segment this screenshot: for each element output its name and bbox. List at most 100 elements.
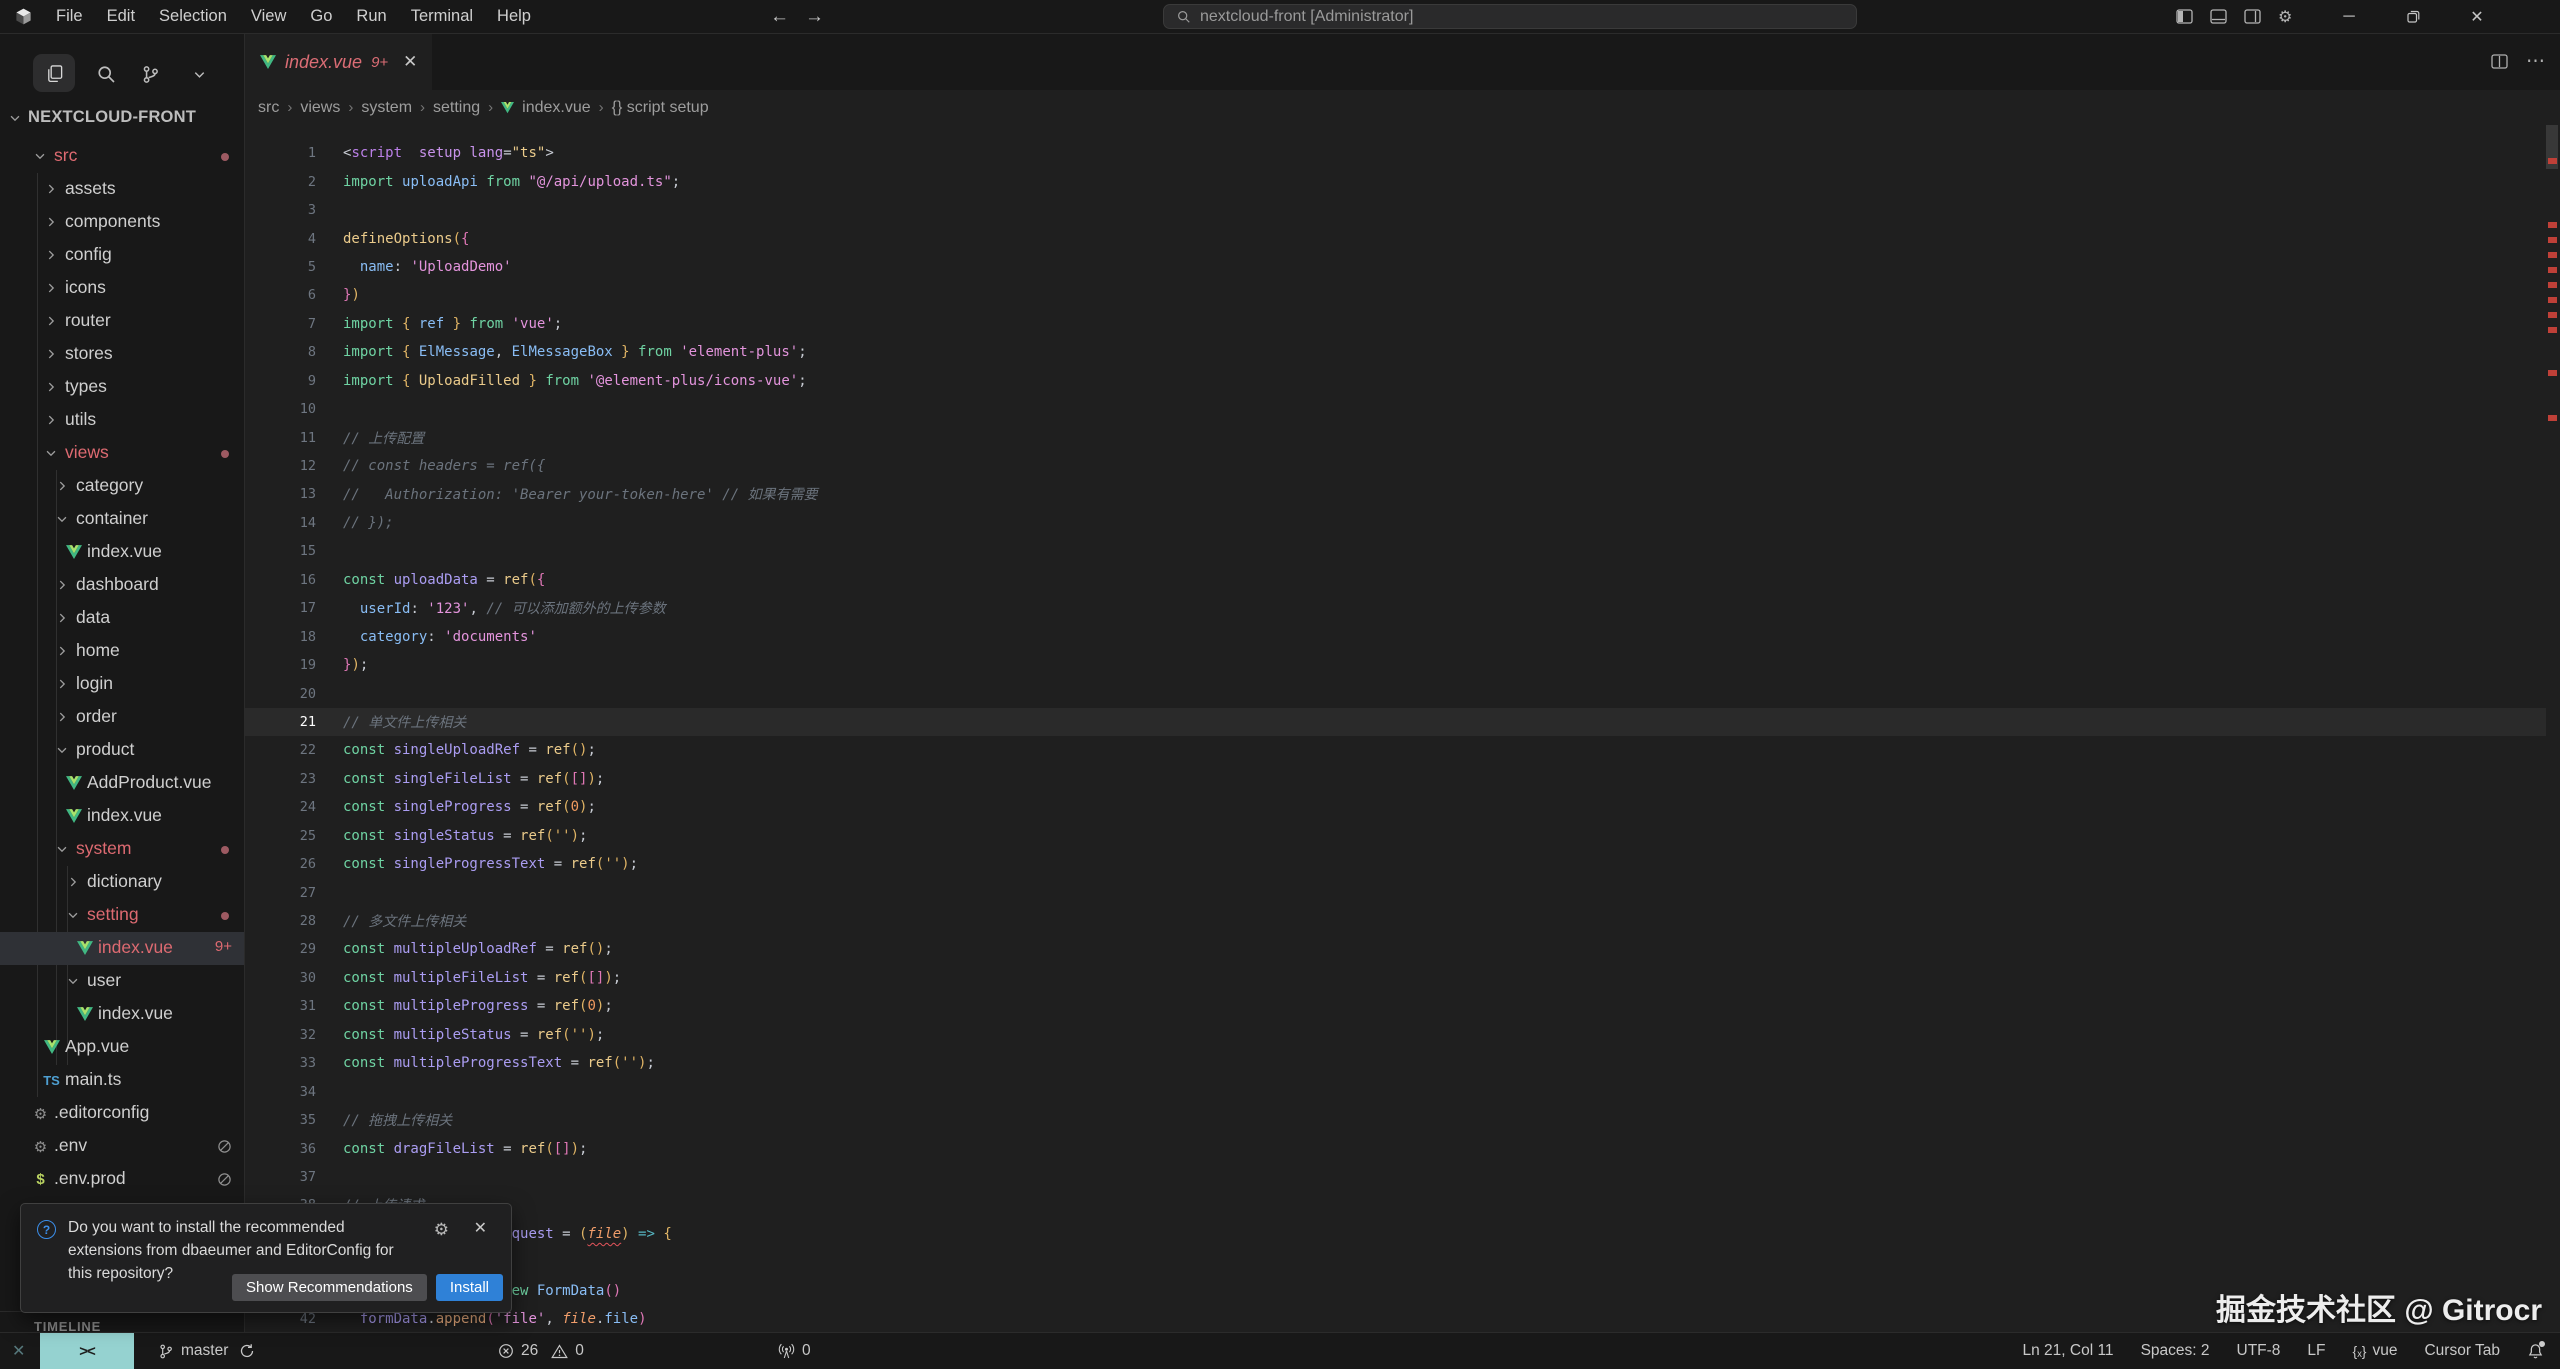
code-line-9[interactable]: 9import { UploadFilled } from '@element-… bbox=[245, 367, 2546, 395]
code-line-20[interactable]: 20 bbox=[245, 679, 2546, 707]
code-line-33[interactable]: 33const multipleProgressText = ref(''); bbox=[245, 1049, 2546, 1077]
code-line-2[interactable]: 2import uploadApi from "@/api/upload.ts"… bbox=[245, 167, 2546, 195]
code-line-14[interactable]: 14// }); bbox=[245, 509, 2546, 537]
problems-status-item[interactable]: 26 0 bbox=[498, 1333, 584, 1369]
tree-item-setting[interactable]: setting bbox=[0, 899, 244, 932]
tree-item-product[interactable]: product bbox=[0, 734, 244, 767]
tree-item-index-vue[interactable]: index.vue bbox=[0, 998, 244, 1031]
notification-close-icon[interactable]: ✕ bbox=[474, 1218, 487, 1238]
indentation-item[interactable]: Spaces: 2 bbox=[2141, 1342, 2210, 1360]
toggle-sidebar-icon[interactable] bbox=[2176, 9, 2193, 24]
more-views-chevron-icon[interactable] bbox=[188, 63, 210, 85]
more-actions-icon[interactable]: ⋯ bbox=[2526, 50, 2546, 73]
breadcrumb-item-setting[interactable]: setting bbox=[433, 99, 480, 117]
code-line-28[interactable]: 28// 多文件上传相关 bbox=[245, 907, 2546, 935]
explorer-view-button[interactable] bbox=[33, 54, 75, 92]
nav-forward-icon[interactable]: → bbox=[805, 6, 824, 28]
notification-settings-icon[interactable]: ⚙ bbox=[434, 1220, 449, 1240]
tree-item-main-ts[interactable]: TSmain.ts bbox=[0, 1064, 244, 1097]
code-line-4[interactable]: 4defineOptions({ bbox=[245, 224, 2546, 252]
menu-view[interactable]: View bbox=[239, 0, 298, 33]
code-line-7[interactable]: 7import { ref } from 'vue'; bbox=[245, 310, 2546, 338]
menu-help[interactable]: Help bbox=[485, 0, 543, 33]
code-line-1[interactable]: 1<script setup lang="ts"> bbox=[245, 139, 2546, 167]
code-line-5[interactable]: 5 name: 'UploadDemo' bbox=[245, 253, 2546, 281]
tree-item-index-vue[interactable]: index.vue bbox=[0, 536, 244, 569]
tree-item-data[interactable]: data bbox=[0, 602, 244, 635]
nav-back-icon[interactable]: ← bbox=[770, 6, 789, 28]
install-button[interactable]: Install bbox=[436, 1274, 503, 1301]
code-line-15[interactable]: 15 bbox=[245, 537, 2546, 565]
tree-item-App-vue[interactable]: App.vue bbox=[0, 1031, 244, 1064]
code-line-41[interactable]: 41 const formData = new FormData() bbox=[245, 1277, 2546, 1305]
code-line-16[interactable]: 16const uploadData = ref({ bbox=[245, 566, 2546, 594]
tree-item-dictionary[interactable]: dictionary bbox=[0, 866, 244, 899]
tree-item-home[interactable]: home bbox=[0, 635, 244, 668]
code-line-11[interactable]: 11// 上传配置 bbox=[245, 423, 2546, 451]
tree-item-types[interactable]: types bbox=[0, 371, 244, 404]
code-line-12[interactable]: 12// const headers = ref({ bbox=[245, 452, 2546, 480]
tree-item-icons[interactable]: icons bbox=[0, 272, 244, 305]
search-view-icon[interactable] bbox=[95, 63, 117, 85]
code-editor[interactable]: 1<script setup lang="ts">2import uploadA… bbox=[245, 139, 2546, 1333]
menu-run[interactable]: Run bbox=[344, 0, 398, 33]
tree-item-category[interactable]: category bbox=[0, 470, 244, 503]
code-line-42[interactable]: 42 formData.append('file', file.file) bbox=[245, 1305, 2546, 1333]
tree-item-order[interactable]: order bbox=[0, 701, 244, 734]
menu-edit[interactable]: Edit bbox=[95, 0, 147, 33]
notifications-bell-icon[interactable] bbox=[2527, 1343, 2544, 1360]
breadcrumb-item-system[interactable]: system bbox=[361, 99, 412, 117]
tree-item--env-prod[interactable]: $.env.prod bbox=[0, 1163, 244, 1196]
code-line-23[interactable]: 23const singleFileList = ref([]); bbox=[245, 765, 2546, 793]
ports-status-item[interactable]: 0 bbox=[778, 1333, 811, 1369]
timeline-section-header[interactable]: TIMELINE bbox=[0, 1311, 244, 1334]
code-line-26[interactable]: 26const singleProgressText = ref(''); bbox=[245, 850, 2546, 878]
tree-item-components[interactable]: components bbox=[0, 206, 244, 239]
eol-item[interactable]: LF bbox=[2307, 1342, 2325, 1360]
language-mode-item[interactable]: {ₓ} vue bbox=[2353, 1342, 2398, 1360]
tab-close-icon[interactable]: ✕ bbox=[403, 52, 417, 72]
menu-file[interactable]: File bbox=[44, 0, 95, 33]
tree-item-src[interactable]: src bbox=[0, 140, 244, 173]
code-line-40[interactable]: 40 console.log(file) bbox=[245, 1248, 2546, 1276]
menu-terminal[interactable]: Terminal bbox=[399, 0, 485, 33]
tree-item-user[interactable]: user bbox=[0, 965, 244, 998]
code-line-32[interactable]: 32const multipleStatus = ref(''); bbox=[245, 1021, 2546, 1049]
tree-item-login[interactable]: login bbox=[0, 668, 244, 701]
breadcrumb-item-src[interactable]: src bbox=[258, 99, 279, 117]
code-line-36[interactable]: 36const dragFileList = ref([]); bbox=[245, 1134, 2546, 1162]
code-line-35[interactable]: 35// 拖拽上传相关 bbox=[245, 1106, 2546, 1134]
tree-item-dashboard[interactable]: dashboard bbox=[0, 569, 244, 602]
code-line-29[interactable]: 29const multipleUploadRef = ref(); bbox=[245, 935, 2546, 963]
split-editor-icon[interactable] bbox=[2491, 54, 2508, 69]
minimize-button[interactable]: ─ bbox=[2326, 0, 2372, 33]
code-line-17[interactable]: 17 userId: '123', // 可以添加额外的上传参数 bbox=[245, 594, 2546, 622]
tree-item-system[interactable]: system bbox=[0, 833, 244, 866]
encoding-item[interactable]: UTF-8 bbox=[2237, 1342, 2281, 1360]
breadcrumb-item-views[interactable]: views bbox=[300, 99, 340, 117]
project-root-header[interactable]: NEXTCLOUD-FRONT bbox=[0, 101, 244, 134]
code-line-30[interactable]: 30const multipleFileList = ref([]); bbox=[245, 964, 2546, 992]
code-line-37[interactable]: 37 bbox=[245, 1163, 2546, 1191]
tree-item-index-vue[interactable]: index.vue bbox=[0, 800, 244, 833]
menu-selection[interactable]: Selection bbox=[147, 0, 239, 33]
code-line-21[interactable]: 21// 单文件上传相关 bbox=[245, 708, 2546, 736]
remote-indicator[interactable]: >< bbox=[40, 1333, 134, 1369]
code-line-8[interactable]: 8import { ElMessage, ElMessageBox } from… bbox=[245, 338, 2546, 366]
code-line-25[interactable]: 25const singleStatus = ref(''); bbox=[245, 822, 2546, 850]
tree-item--env[interactable]: ⚙.env bbox=[0, 1130, 244, 1163]
toggle-secondary-sidebar-icon[interactable] bbox=[2244, 9, 2261, 24]
code-line-6[interactable]: 6}) bbox=[245, 281, 2546, 309]
code-line-27[interactable]: 27 bbox=[245, 878, 2546, 906]
menu-go[interactable]: Go bbox=[298, 0, 344, 33]
tree-item-router[interactable]: router bbox=[0, 305, 244, 338]
tree-item-assets[interactable]: assets bbox=[0, 173, 244, 206]
tree-item-utils[interactable]: utils bbox=[0, 404, 244, 437]
branch-status-item[interactable]: master bbox=[158, 1333, 255, 1369]
source-control-icon[interactable] bbox=[139, 63, 161, 85]
tree-item-stores[interactable]: stores bbox=[0, 338, 244, 371]
code-line-10[interactable]: 10 bbox=[245, 395, 2546, 423]
code-line-39[interactable]: 39const singleUploadRequest = (file) => … bbox=[245, 1220, 2546, 1248]
tree-item-AddProduct-vue[interactable]: AddProduct.vue bbox=[0, 767, 244, 800]
cursor-tab-item[interactable]: Cursor Tab bbox=[2424, 1342, 2500, 1360]
